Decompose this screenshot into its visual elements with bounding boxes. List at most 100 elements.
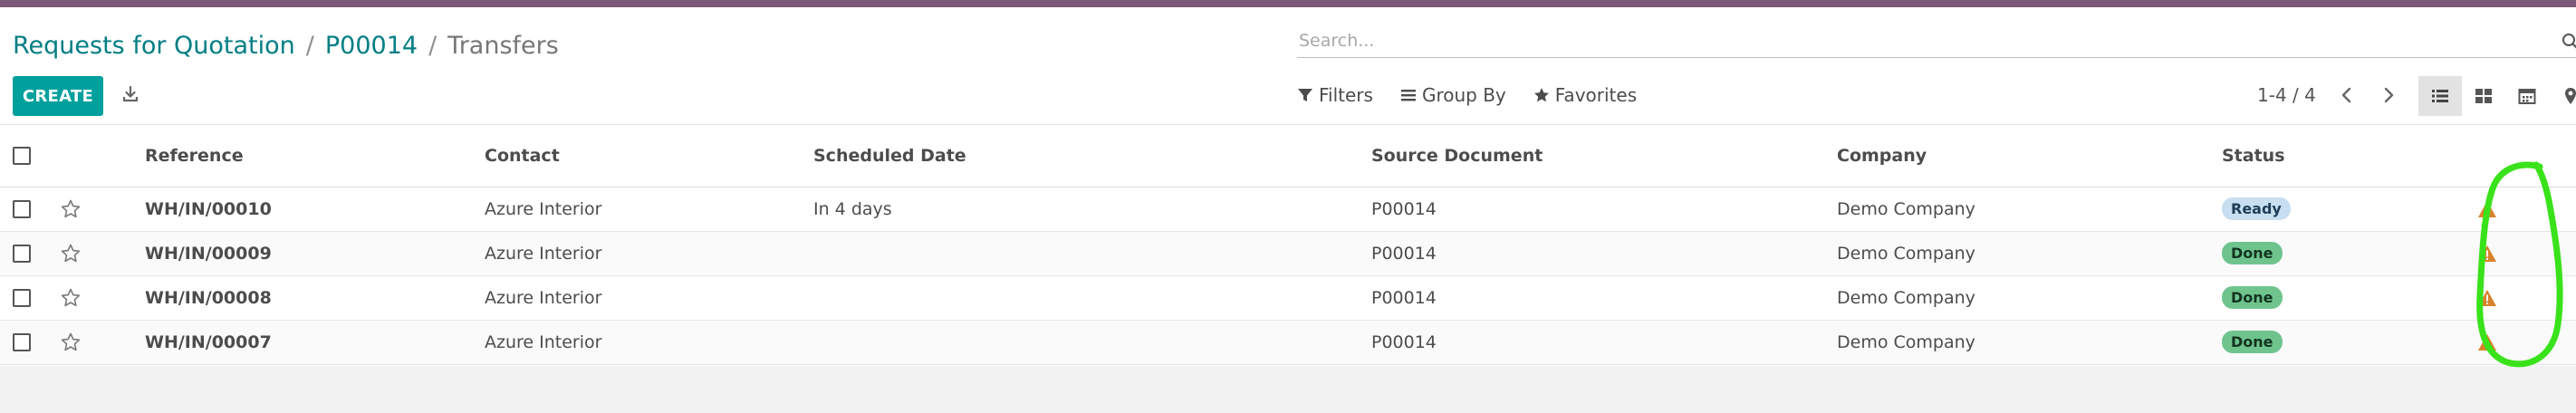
status-badge: Done: [2222, 242, 2283, 264]
breadcrumb-separator: /: [305, 31, 314, 60]
column-contact[interactable]: Contact: [485, 125, 813, 187]
status-badge: Ready: [2222, 197, 2291, 220]
row-checkbox[interactable]: [13, 289, 31, 307]
row-select-cell: [0, 275, 60, 320]
contact-cell: Azure Interior: [485, 287, 602, 308]
row-checkbox[interactable]: [13, 200, 31, 218]
top-menu-bar: [0, 0, 2576, 7]
pager: 1-4 / 4: [2257, 82, 2399, 109]
select-all-checkbox[interactable]: [13, 147, 31, 166]
activity-cell: [2475, 320, 2576, 364]
company-cell: Demo Company: [1837, 331, 1975, 352]
status-cell: Ready: [2222, 187, 2475, 231]
download-icon[interactable]: [121, 85, 139, 103]
list-view: Reference Contact Scheduled Date Source …: [0, 125, 2576, 366]
row-star-cell: [60, 187, 145, 231]
star-icon: [1533, 88, 1549, 102]
source-document-cell: P00014: [1371, 287, 1437, 308]
kanban-view-button[interactable]: [2462, 76, 2505, 116]
chevron-right-icon[interactable]: [2378, 84, 2399, 106]
star-outline-icon[interactable]: [60, 243, 82, 264]
source-document-cell: P00014: [1371, 331, 1437, 352]
filters-label: Filters: [1319, 84, 1373, 106]
warning-icon[interactable]: [2477, 200, 2497, 218]
activity-cell: [2475, 187, 2576, 231]
page-title: Transfers: [447, 31, 559, 60]
row-checkbox[interactable]: [13, 245, 31, 263]
kanban-view-icon: [2475, 89, 2492, 103]
company-cell: Demo Company: [1837, 243, 1975, 264]
breadcrumb: Requests for Quotation / P00014 / Transf…: [13, 29, 559, 62]
source-document-cell: P00014: [1371, 243, 1437, 264]
star-outline-icon[interactable]: [60, 198, 82, 220]
map-marker-icon: [2565, 88, 2576, 104]
column-scheduled-date[interactable]: Scheduled Date: [813, 125, 1371, 187]
status-badge: Done: [2222, 331, 2283, 353]
table-header: Reference Contact Scheduled Date Source …: [0, 125, 2576, 187]
scheduled-date-cell: [813, 275, 1371, 320]
warning-icon[interactable]: [2477, 333, 2497, 351]
row-select-cell: [0, 231, 60, 275]
row-checkbox[interactable]: [13, 333, 31, 351]
breadcrumb-item-rfq[interactable]: Requests for Quotation: [13, 32, 295, 60]
favorites-label: Favorites: [1554, 84, 1638, 106]
reference-cell: WH/IN/00007: [145, 331, 272, 352]
map-view-button[interactable]: [2549, 76, 2576, 116]
row-select-cell: [0, 187, 60, 231]
search-bar: [1297, 25, 2576, 58]
table-row[interactable]: WH/IN/00009 Azure Interior P00014 Demo C…: [0, 231, 2576, 275]
calendar-view-button[interactable]: [2505, 76, 2549, 116]
pager-value[interactable]: 1-4 / 4: [2257, 84, 2316, 106]
scheduled-date-cell: In 4 days: [813, 198, 892, 219]
table-row[interactable]: WH/IN/00008 Azure Interior P00014 Demo C…: [0, 275, 2576, 320]
row-star-cell: [60, 320, 145, 364]
scheduled-date-cell: [813, 231, 1371, 275]
status-badge: Done: [2222, 286, 2283, 309]
group-by-toggle[interactable]: Group By: [1400, 84, 1506, 106]
star-outline-icon[interactable]: [60, 331, 82, 353]
status-cell: Done: [2222, 275, 2475, 320]
row-star-cell: [60, 231, 145, 275]
list-view-button[interactable]: [2418, 76, 2462, 116]
chevron-left-icon[interactable]: [2336, 84, 2358, 106]
create-button[interactable]: CREATE: [13, 76, 103, 116]
source-document-cell: P00014: [1371, 198, 1437, 219]
activity-cell: [2475, 275, 2576, 320]
filter-icon: [1298, 89, 1312, 101]
activity-cell: [2475, 231, 2576, 275]
favorites-toggle[interactable]: Favorites: [1533, 84, 1637, 106]
view-switcher: [2418, 76, 2576, 116]
filters-toggle[interactable]: Filters: [1297, 84, 1373, 106]
column-reference[interactable]: Reference: [145, 125, 485, 187]
reference-cell: WH/IN/00010: [145, 198, 272, 219]
column-star: [60, 125, 145, 187]
list-bars-icon: [1400, 90, 1416, 101]
row-star-cell: [60, 275, 145, 320]
breadcrumb-separator: /: [428, 31, 437, 60]
warning-icon[interactable]: [2477, 289, 2497, 307]
status-cell: Done: [2222, 320, 2475, 364]
reference-cell: WH/IN/00009: [145, 243, 272, 264]
warning-icon[interactable]: [2477, 245, 2497, 263]
table-row[interactable]: WH/IN/00007 Azure Interior P00014 Demo C…: [0, 320, 2576, 364]
company-cell: Demo Company: [1837, 198, 1975, 219]
row-select-cell: [0, 320, 60, 364]
star-outline-icon[interactable]: [60, 287, 82, 309]
contact-cell: Azure Interior: [485, 243, 602, 264]
transfers-table: Reference Contact Scheduled Date Source …: [0, 125, 2576, 365]
column-company[interactable]: Company: [1837, 125, 2222, 187]
control-panel: Requests for Quotation / P00014 / Transf…: [0, 7, 2576, 125]
search-options: Filters Group By Favorites: [1297, 82, 1637, 109]
column-source-document[interactable]: Source Document: [1371, 125, 1837, 187]
contact-cell: Azure Interior: [485, 198, 602, 219]
company-cell: Demo Company: [1837, 287, 1975, 308]
search-input[interactable]: [1297, 25, 2538, 56]
select-all-cell: [0, 125, 60, 187]
reference-cell: WH/IN/00008: [145, 287, 272, 308]
column-status[interactable]: Status: [2222, 125, 2475, 187]
search-icon[interactable]: [2562, 33, 2576, 51]
table-row[interactable]: WH/IN/00010 Azure Interior In 4 days P00…: [0, 187, 2576, 231]
status-cell: Done: [2222, 231, 2475, 275]
scheduled-date-cell: [813, 320, 1371, 364]
breadcrumb-item-po[interactable]: P00014: [325, 32, 418, 60]
